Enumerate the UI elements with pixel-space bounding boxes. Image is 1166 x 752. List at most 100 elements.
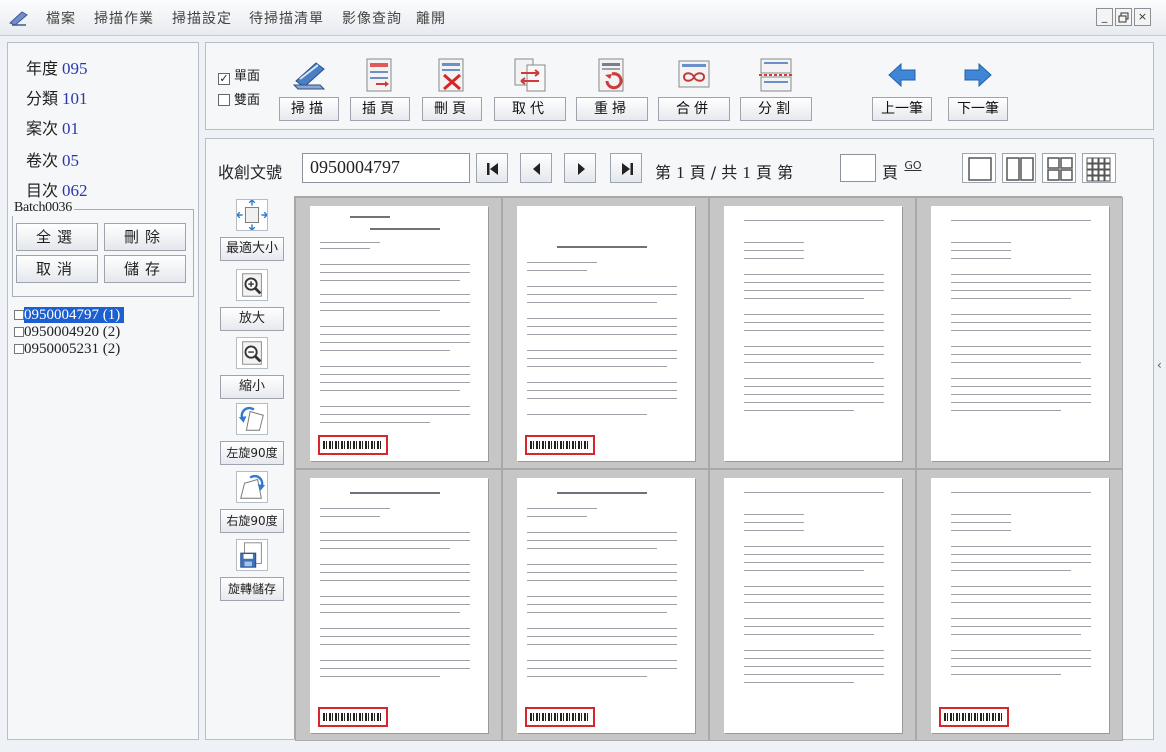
split-button[interactable]: 分割 [740,55,812,123]
restore-button[interactable] [1115,8,1132,26]
zoom-out-button[interactable]: 縮小 [220,335,284,403]
rotate-left-button[interactable]: 左旋90度 [220,401,284,469]
go-button[interactable]: GO [902,158,924,176]
goto-suffix: 頁 [882,163,899,182]
thumbnail[interactable] [502,197,709,469]
info-item: 目次 062 [26,177,88,201]
page-preview [310,478,488,733]
list-item-label: 0950005231 (2) [24,341,121,357]
document-list: 0950004797 (1) 0950004920 (2) 0950005231… [12,307,192,358]
cancel-button[interactable]: 取消 [16,255,98,283]
select-all-button[interactable]: 全選 [16,223,98,251]
info-case: 案次 01 [26,115,79,139]
layout-single-button[interactable] [962,153,996,183]
next-page-button[interactable] [564,153,596,183]
double-side-label: 雙面 [234,93,261,108]
previous-record-button[interactable]: 上一筆 [872,55,932,123]
delete-page-icon [438,58,464,92]
menu-pending-list[interactable]: 待掃描清單 [249,8,324,28]
layout-four-button[interactable] [1042,153,1076,183]
save-rotation-button[interactable]: 旋轉儲存 [220,537,284,605]
double-side-option[interactable]: 雙面 [218,89,260,108]
save-rotation-icon [236,539,268,571]
image-viewer: 收創文號 0950004797 第 1 頁 / 共 1 頁 第 頁 GO 最適大… [205,138,1154,741]
barcode-highlight [318,435,388,455]
list-item[interactable]: 0950004797 (1) [12,307,192,324]
thumbnail-grid [294,196,1123,741]
single-side-label: 單面 [234,69,261,84]
merge-button[interactable]: 合併 [658,55,730,123]
info-item-label: 目次 [26,181,59,200]
replace-button[interactable]: 取代 [494,55,566,123]
next-page-icon [578,163,585,175]
insert-page-button[interactable]: 插頁 [350,55,410,123]
list-item[interactable]: 0950005231 (2) [12,341,192,358]
first-page-button[interactable] [476,153,508,183]
scan-button[interactable]: 掃描 [279,55,339,123]
next-record-button[interactable]: 下一筆 [948,55,1008,123]
rotate-right-label: 右旋90度 [220,509,284,533]
page-suffix: 頁 [755,163,772,182]
single-side-option[interactable]: ✓ 單面 [218,65,260,85]
thumbnail[interactable] [709,197,916,469]
page-prefix: 第 [655,163,672,182]
info-year-value: 095 [62,59,88,78]
doc-number-field[interactable]: 0950004797 [302,153,470,183]
list-item[interactable]: 0950004920 (2) [12,324,192,341]
save-button[interactable]: 儲存 [104,255,186,283]
thumbnail[interactable] [916,469,1123,741]
info-volume-value: 05 [62,151,80,170]
arrow-right-icon [964,62,992,88]
barcode-highlight [939,707,1009,727]
menu-scan-settings[interactable]: 掃描設定 [172,8,232,28]
page-preview [931,478,1109,733]
barcode-highlight [525,435,595,455]
info-case-value: 01 [62,119,80,138]
checkbox[interactable] [14,327,24,337]
thumbnail[interactable] [295,197,502,469]
goto-page-input[interactable] [840,154,876,182]
thumbnail[interactable] [502,469,709,741]
info-volume: 卷次 05 [26,147,79,171]
menu-scan-job[interactable]: 掃描作業 [94,8,154,28]
previous-page-button[interactable] [520,153,552,183]
double-side-checkbox[interactable] [218,94,230,106]
rotate-right-button[interactable]: 右旋90度 [220,469,284,537]
zoom-in-label: 放大 [220,307,284,331]
zoom-out-label: 縮小 [220,375,284,399]
layout-four-icon [1047,157,1073,181]
thumbnail[interactable] [916,197,1123,469]
rotate-right-icon [236,471,268,503]
layout-single-icon [968,157,992,181]
fit-size-button[interactable]: 最適大小 [220,197,284,265]
close-button[interactable]: × [1134,8,1151,26]
left-panel: 年度 095 分類 101 案次 01 卷次 05 目次 062 Batch0036 全選… [7,42,199,740]
menu-exit[interactable]: 離開 [416,8,446,28]
current-page: 1 [676,163,685,182]
last-page-button[interactable] [610,153,642,183]
checkbox[interactable] [14,310,24,320]
rotate-left-icon [236,403,268,435]
menu-file[interactable]: 檔案 [46,8,76,28]
layout-double-button[interactable] [1002,153,1036,183]
delete-page-button[interactable]: 刪頁 [422,55,482,123]
merge-icon [678,60,710,88]
info-volume-label: 卷次 [26,151,59,170]
zoom-in-button[interactable]: 放大 [220,267,284,335]
thumbnail[interactable] [709,469,916,741]
zoom-in-icon [236,269,268,301]
previous-record-button-label: 上一筆 [872,97,932,121]
layout-grid-button[interactable] [1082,153,1116,183]
checkbox[interactable] [14,344,24,354]
menu-image-query[interactable]: 影像查詢 [342,8,402,28]
delete-button[interactable]: 刪除 [104,223,186,251]
page-preview [310,206,488,461]
single-side-checkbox[interactable]: ✓ [218,73,230,85]
thumbnail[interactable] [295,469,502,741]
info-year-label: 年度 [26,59,59,78]
app-icon [9,11,28,26]
minimize-button[interactable]: _ [1096,8,1113,26]
menu-bar: 檔案 掃描作業 掃描設定 待掃描清單 影像查詢 離開 _ × [0,0,1166,36]
previous-page-icon [533,163,540,175]
rescan-button[interactable]: 重掃 [576,55,648,123]
